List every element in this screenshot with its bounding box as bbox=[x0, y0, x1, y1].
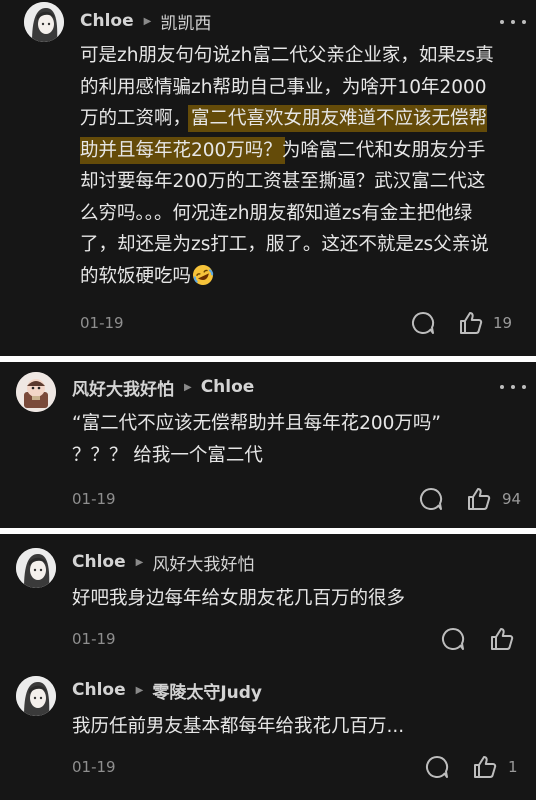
comment-date: 01-19 bbox=[72, 630, 116, 648]
avatar[interactable] bbox=[16, 548, 56, 588]
comment-bubble-icon[interactable] bbox=[418, 486, 444, 512]
like-count: 19 bbox=[493, 314, 513, 332]
comment-header: 风好大我好怕 ▶ Chloe bbox=[72, 374, 254, 400]
comment-card-2: 风好大我好怕 ▶ Chloe “富二代不应该无偿帮助并且每年花200万吗” ？？… bbox=[0, 362, 536, 528]
comment-text: 好吧我身边每年给女朋友花几百万的很多 bbox=[72, 588, 406, 609]
reply-to-name[interactable]: 零陵太守Judy bbox=[152, 678, 262, 703]
avatar[interactable] bbox=[16, 676, 56, 716]
avatar-chloe-image bbox=[16, 548, 56, 588]
avatar[interactable] bbox=[24, 2, 64, 42]
comment-meta: 01-19 1 bbox=[0, 752, 536, 782]
avatar-chloe-image bbox=[24, 2, 64, 42]
comment-text-part: 为啥富二代和女朋友分手 却讨要每年200万的工资甚至撕逼？武汉富二代这 么穷吗。… bbox=[80, 139, 489, 287]
triangle-right-icon: ▶ bbox=[184, 381, 192, 393]
triangle-right-icon: ▶ bbox=[135, 556, 144, 568]
avatar[interactable] bbox=[16, 372, 56, 412]
more-dots-icon[interactable] bbox=[500, 12, 526, 32]
comment-meta: 01-19 19 bbox=[0, 308, 536, 338]
like-count: 94 bbox=[502, 490, 522, 508]
triangle-right-icon: ▶ bbox=[135, 684, 144, 696]
avatar-cartoon-image bbox=[16, 372, 56, 412]
comment-meta: 01-19 94 bbox=[0, 484, 536, 514]
like-count: 1 bbox=[508, 758, 518, 776]
rofl-emoji bbox=[193, 264, 214, 285]
comment-meta: 01-19 bbox=[0, 624, 536, 654]
comment-text: “富二代不应该无偿帮助并且每年花200万吗” ？？？ 给我一个富二代 bbox=[72, 413, 441, 466]
reply-to-name[interactable]: Chloe bbox=[201, 377, 255, 397]
avatar-chloe-image bbox=[16, 676, 56, 716]
thumbs-up-icon[interactable] bbox=[472, 754, 498, 780]
comment-header: Chloe ▶ 风好大我好怕 bbox=[72, 549, 254, 575]
comment-card-1: Chloe ▶ 凯凯西 可是zh朋友句句说zh富二代父亲企业家，如果zs真 的利… bbox=[0, 0, 536, 356]
more-dots-icon[interactable] bbox=[500, 377, 526, 397]
author-name[interactable]: Chloe bbox=[80, 11, 134, 31]
comment-date: 01-19 bbox=[72, 758, 116, 776]
author-name[interactable]: Chloe bbox=[72, 552, 126, 572]
thumbs-up-icon[interactable] bbox=[489, 626, 515, 652]
triangle-right-icon: ▶ bbox=[143, 15, 152, 27]
comment-bubble-icon[interactable] bbox=[410, 310, 436, 336]
thumbs-up-icon[interactable] bbox=[466, 486, 492, 512]
author-name[interactable]: Chloe bbox=[72, 680, 126, 700]
comment-text: 我历任前男友基本都每年给我花几百万... bbox=[72, 716, 405, 737]
comment-date: 01-19 bbox=[80, 314, 124, 332]
comment-card-3: Chloe ▶ 风好大我好怕 好吧我身边每年给女朋友花几百万的很多 01-19 bbox=[0, 534, 536, 800]
comment-text: 可是zh朋友句句说zh富二代父亲企业家，如果zs真 的利用感情骗zh帮助自己事业… bbox=[80, 40, 530, 292]
comment-bubble-icon[interactable] bbox=[424, 754, 450, 780]
reply-to-name[interactable]: 凯凯西 bbox=[160, 9, 211, 34]
comment-header: Chloe ▶ 凯凯西 bbox=[80, 8, 211, 34]
thumbs-up-icon[interactable] bbox=[458, 310, 484, 336]
reply-to-name[interactable]: 风好大我好怕 bbox=[152, 550, 254, 575]
comment-date: 01-19 bbox=[72, 490, 116, 508]
author-name[interactable]: 风好大我好怕 bbox=[72, 375, 174, 400]
comment-header: Chloe ▶ 零陵太守Judy bbox=[72, 677, 262, 703]
comment-bubble-icon[interactable] bbox=[440, 626, 466, 652]
